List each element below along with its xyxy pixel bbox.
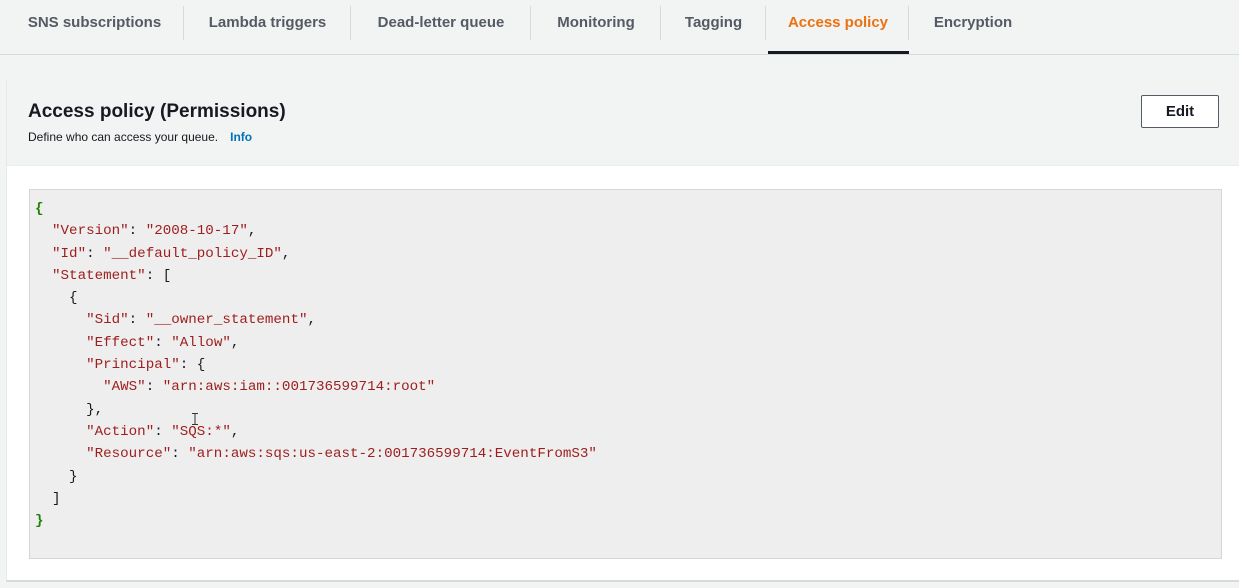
code-line: "Effect": "Allow", (86, 334, 240, 351)
panel-description-text: Define who can access your queue. (28, 130, 219, 144)
code-line: "AWS": "arn:aws:iam::001736599714:root" (103, 379, 436, 396)
tab-divider (660, 6, 661, 40)
json-key-aws: "AWS" (103, 379, 146, 396)
json-key-action: "Action" (86, 423, 155, 440)
code-line: "Statement": [ (52, 267, 172, 284)
json-value-version: "2008-10-17" (145, 223, 248, 240)
json-value-resource: "arn:aws:sqs:us-east-2:001736599714:Even… (188, 446, 597, 463)
text-cursor-icon (192, 413, 198, 425)
code-line: } (35, 510, 597, 532)
tab-divider (530, 6, 531, 40)
tab-divider (765, 6, 766, 40)
code-line: "Principal": { (86, 357, 206, 374)
panel-header: Access policy (Permissions) Define who c… (7, 80, 1239, 166)
tab-sns-subscriptions[interactable]: SNS subscriptions (10, 0, 179, 46)
code-line: { (35, 290, 78, 307)
json-brace: { (35, 201, 44, 217)
json-value-effect: "Allow" (171, 334, 231, 351)
policy-json-viewer: { "Version": "2008-10-17", "Id": "__defa… (29, 189, 1222, 559)
code-line: "Resource": "arn:aws:sqs:us-east-2:00173… (86, 446, 597, 463)
code-line: { (35, 198, 597, 220)
code-line: } (35, 468, 78, 485)
policy-json-code: { "Version": "2008-10-17", "Id": "__defa… (35, 198, 597, 532)
code-line: "Action": "SQS:*", (86, 423, 240, 440)
tab-lambda-triggers[interactable]: Lambda triggers (190, 0, 345, 46)
json-key-id: "Id" (52, 245, 87, 262)
json-key-effect: "Effect" (86, 334, 155, 351)
code-line: }, (35, 401, 104, 418)
tab-divider (908, 6, 909, 40)
json-key-sid: "Sid" (86, 312, 129, 329)
code-line: "Sid": "__owner_statement", (86, 312, 316, 329)
json-value-aws: "arn:aws:iam::001736599714:root" (162, 379, 436, 396)
info-link[interactable]: Info (230, 130, 252, 144)
json-key-principal: "Principal" (86, 357, 180, 374)
tab-access-policy[interactable]: Access policy (772, 0, 904, 46)
code-line: "Version": "2008-10-17", (52, 223, 257, 240)
tab-divider (183, 6, 184, 40)
edit-button[interactable]: Edit (1141, 95, 1219, 128)
tab-dead-letter-queue[interactable]: Dead-letter queue (357, 0, 525, 46)
tab-bar: SNS subscriptions Lambda triggers Dead-l… (0, 0, 1239, 55)
panel-description: Define who can access your queue. Info (28, 130, 252, 144)
panel-title: Access policy (Permissions) (28, 101, 286, 122)
json-value-id: "__default_policy_ID" (103, 245, 282, 262)
json-value-sid: "__owner_statement" (145, 312, 308, 329)
access-policy-panel: Access policy (Permissions) Define who c… (6, 80, 1239, 582)
tab-tagging[interactable]: Tagging (667, 0, 760, 46)
json-key-statement: "Statement" (52, 267, 146, 284)
json-key-version: "Version" (52, 223, 129, 240)
tab-divider (350, 6, 351, 40)
json-key-resource: "Resource" (86, 446, 172, 463)
tab-monitoring[interactable]: Monitoring (537, 0, 655, 46)
code-line: ] (35, 490, 61, 507)
json-brace: } (35, 513, 44, 530)
code-line: "Id": "__default_policy_ID", (52, 245, 291, 262)
json-value-action: "SQS:*" (171, 423, 231, 440)
active-tab-indicator (768, 51, 909, 54)
tab-encryption[interactable]: Encryption (915, 0, 1031, 46)
